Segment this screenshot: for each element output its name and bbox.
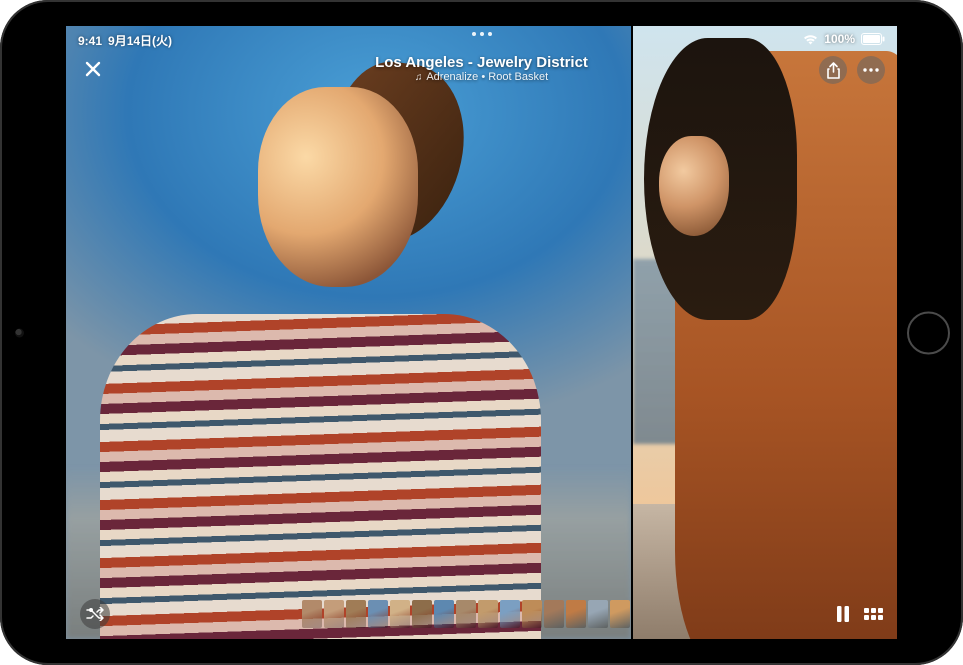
music-note-icon: ♫ [415,72,423,83]
front-camera [15,328,24,337]
memory-title: Los Angeles - Jewelry District [375,54,588,71]
split-view [66,26,897,639]
status-bar-right: 100% [803,32,885,46]
timeline-thumbnail[interactable] [368,600,388,628]
memory-title-block[interactable]: Los Angeles - Jewelry District ♫ Adrenal… [375,54,588,83]
multitask-indicator[interactable] [472,32,492,36]
home-button[interactable] [907,311,950,354]
close-button[interactable] [80,56,106,82]
timeline-thumbnail[interactable] [522,600,542,628]
timeline-thumbnail[interactable] [346,600,366,628]
timeline-thumbnail[interactable] [588,600,608,628]
timeline-thumbnail[interactable] [500,600,520,628]
battery-icon [861,33,885,45]
status-bar-left: 9:41 9月14日(火) [78,32,172,49]
timeline-thumbnail[interactable] [434,600,454,628]
more-button[interactable] [857,56,885,84]
battery-text: 100% [824,32,855,46]
status-date: 9月14日(火) [108,32,172,49]
timeline-thumbnail[interactable] [566,600,586,628]
timeline-thumbnail[interactable] [544,600,564,628]
timeline-thumbnails[interactable] [302,600,630,628]
timeline-thumbnail[interactable] [412,600,432,628]
timeline-thumbnail[interactable] [478,600,498,628]
ipad-frame: 9:41 9月14日(火) 100% [0,0,963,665]
timeline-thumbnail[interactable] [610,600,630,628]
status-time: 9:41 [78,34,102,48]
memory-music: Adrenalize • Root Basket [426,71,548,83]
memory-photo-left[interactable] [66,26,631,639]
bottom-bar [66,599,897,629]
timeline-thumbnail[interactable] [302,600,322,628]
top-actions [819,56,885,84]
memory-mix-button[interactable] [80,599,110,629]
wifi-icon [803,34,818,45]
screen: 9:41 9月14日(火) 100% [66,26,897,639]
timeline-thumbnail[interactable] [324,600,344,628]
share-button[interactable] [819,56,847,84]
pause-button[interactable] [836,606,850,622]
timeline-thumbnail[interactable] [456,600,476,628]
timeline-thumbnail[interactable] [390,600,410,628]
memory-photo-right[interactable] [633,26,897,639]
browse-grid-button[interactable] [864,608,883,620]
